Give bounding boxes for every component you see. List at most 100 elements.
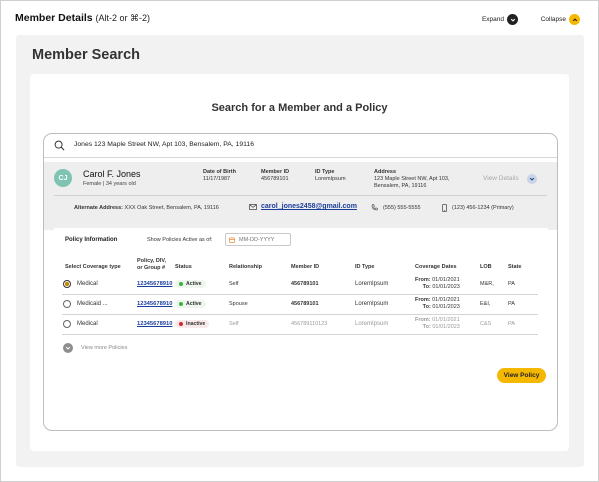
member-name: Carol F. Jones — [83, 169, 141, 179]
view-more-label: View more Policies — [81, 345, 128, 351]
page-title: Member Search — [32, 47, 140, 63]
lob: C&S — [480, 321, 492, 327]
search-input[interactable]: Jones 123 Maple Street NW, Apt 103, Bens… — [74, 141, 254, 148]
coverage-type: Medical — [77, 281, 98, 287]
coverage-type: Medical — [77, 321, 98, 327]
member-id: 456789101 — [291, 301, 319, 307]
from-label: From: — [415, 317, 431, 323]
member-id: 456789110123 — [291, 321, 328, 327]
col-member-id: Member ID — [291, 264, 320, 270]
relationship: Self — [229, 281, 239, 287]
window-title-text: Member Details — [15, 12, 93, 24]
divider — [54, 195, 547, 196]
to-label: To: — [422, 284, 431, 290]
state: PA — [508, 321, 515, 327]
view-details-link[interactable]: View Details — [483, 175, 519, 182]
status-dot — [179, 282, 183, 286]
col-state: State — [508, 264, 522, 270]
lob: M&R, — [480, 281, 494, 287]
from-label: From: — [415, 277, 431, 283]
member-id: 456789101 — [291, 281, 319, 287]
view-more-policies[interactable]: View more Policies — [63, 343, 127, 353]
table-row[interactable]: Medical 12345678910 Inactive Self 456789… — [54, 315, 548, 335]
policy-number-link[interactable]: 12345678910 — [137, 301, 172, 307]
shortcut-hint: (Alt-2 or ⌘-2) — [95, 13, 151, 23]
alt-address-label: Alternate Address: — [74, 205, 124, 211]
show-active-label: Show Policies Active as of: — [147, 237, 213, 243]
to-date: 01/01/2023 — [432, 284, 460, 290]
window-title: Member Details (Alt-2 or ⌘-2) — [15, 12, 150, 24]
coverage-radio[interactable] — [63, 280, 71, 288]
coverage-radio[interactable] — [63, 300, 71, 308]
phone-contact: (555) 555-5555 — [371, 204, 421, 211]
table-row[interactable]: Medical 12345678910 Active Self 45678910… — [54, 275, 548, 295]
coverage-dates: From: 01/01/2021 To: 01/01/2023 — [415, 297, 460, 311]
id-type: LoremIpsum — [355, 321, 389, 327]
status-badge: Active — [175, 280, 206, 288]
phone-value: (555) 555-5555 — [383, 204, 421, 211]
to-label: To: — [422, 324, 431, 330]
status-text: Active — [186, 281, 202, 287]
mobile-contact: (123) 456-1234 (Primary) — [442, 204, 514, 212]
col-policy-line2: or Group # — [137, 264, 166, 271]
table-row[interactable]: Medicaid ... 12345678910 Active Spouse 4… — [54, 295, 548, 315]
state: PA — [508, 301, 515, 307]
collapse-button[interactable]: Collapse — [541, 14, 580, 25]
email-link[interactable]: carol_jones2458@gmail.com — [261, 203, 357, 210]
chevron-down-icon — [63, 343, 73, 353]
status-badge: Active — [175, 300, 206, 308]
active-date-field[interactable] — [225, 233, 291, 246]
address-line1: 123 Maple Street NW, Apt 103, — [374, 176, 450, 182]
view-details-toggle[interactable] — [527, 174, 537, 184]
address-line2: Bensalem, PA, 19116 — [374, 183, 427, 189]
status-dot — [179, 322, 183, 326]
from-date: 01/01/2021 — [432, 277, 460, 283]
dob-label: Date of Birth — [203, 169, 236, 175]
search-bar[interactable]: Jones 123 Maple Street NW, Apt 103, Bens… — [44, 134, 557, 158]
policy-information: Policy Information Show Policies Active … — [54, 228, 548, 359]
email-contact: carol_jones2458@gmail.com — [249, 203, 357, 210]
policy-number-link[interactable]: 12345678910 — [137, 281, 172, 287]
chevron-down-icon — [507, 14, 518, 25]
search-icon — [54, 140, 65, 151]
id-type: LoremIpsum — [355, 281, 389, 287]
coverage-radio[interactable] — [63, 320, 71, 328]
id-type-label: ID Type — [315, 169, 335, 175]
to-date: 01/01/2023 — [432, 304, 460, 310]
lob: E&I, — [480, 301, 491, 307]
relationship: Self — [229, 321, 239, 327]
mobile-value: (123) 456-1234 (Primary) — [452, 205, 514, 211]
envelope-icon — [249, 203, 257, 210]
id-type-value: LoremIpsum — [315, 176, 346, 182]
policy-section-label: Policy Information — [65, 237, 118, 243]
search-container: Search for a Member and a Policy Jones 1… — [30, 74, 569, 451]
search-results-card: Jones 123 Maple Street NW, Apt 103, Bens… — [43, 133, 558, 431]
col-status: Status — [175, 264, 192, 270]
view-policy-button[interactable]: View Policy — [497, 368, 546, 383]
collapse-label: Collapse — [540, 16, 566, 23]
member-summary: CJ Carol F. Jones Female | 34 years old … — [44, 162, 557, 230]
col-id-type: ID Type — [355, 264, 375, 270]
chevron-down-icon — [529, 177, 535, 181]
mobile-phone-icon — [442, 204, 447, 212]
calendar-icon[interactable] — [229, 237, 235, 243]
expand-label: Expand — [481, 16, 504, 23]
coverage-dates: From: 01/01/2021 To: 01/01/2023 — [415, 277, 460, 291]
phone-icon — [371, 204, 378, 211]
expand-button[interactable]: Expand — [482, 14, 518, 25]
from-date: 01/01/2021 — [432, 297, 460, 303]
status-text: Active — [186, 301, 202, 307]
col-relationship: Relationship — [229, 264, 263, 270]
search-heading: Search for a Member and a Policy — [211, 102, 388, 114]
header-bar: Member Details (Alt-2 or ⌘-2) Expand Col… — [15, 12, 584, 28]
date-input[interactable] — [239, 236, 283, 243]
policy-number-link[interactable]: 12345678910 — [137, 321, 172, 327]
to-date: 01/01/2023 — [432, 324, 460, 330]
app-window: Member Details (Alt-2 or ⌘-2) Expand Col… — [0, 0, 599, 482]
member-id-value: 456789101 — [261, 176, 289, 182]
member-search-panel: Member Search Search for a Member and a … — [16, 35, 584, 467]
col-lob: LOB — [480, 264, 492, 270]
member-id-label: Member ID — [261, 169, 290, 175]
col-select-coverage: Select Coverage type — [65, 264, 121, 270]
id-type: LoremIpsum — [355, 301, 389, 307]
